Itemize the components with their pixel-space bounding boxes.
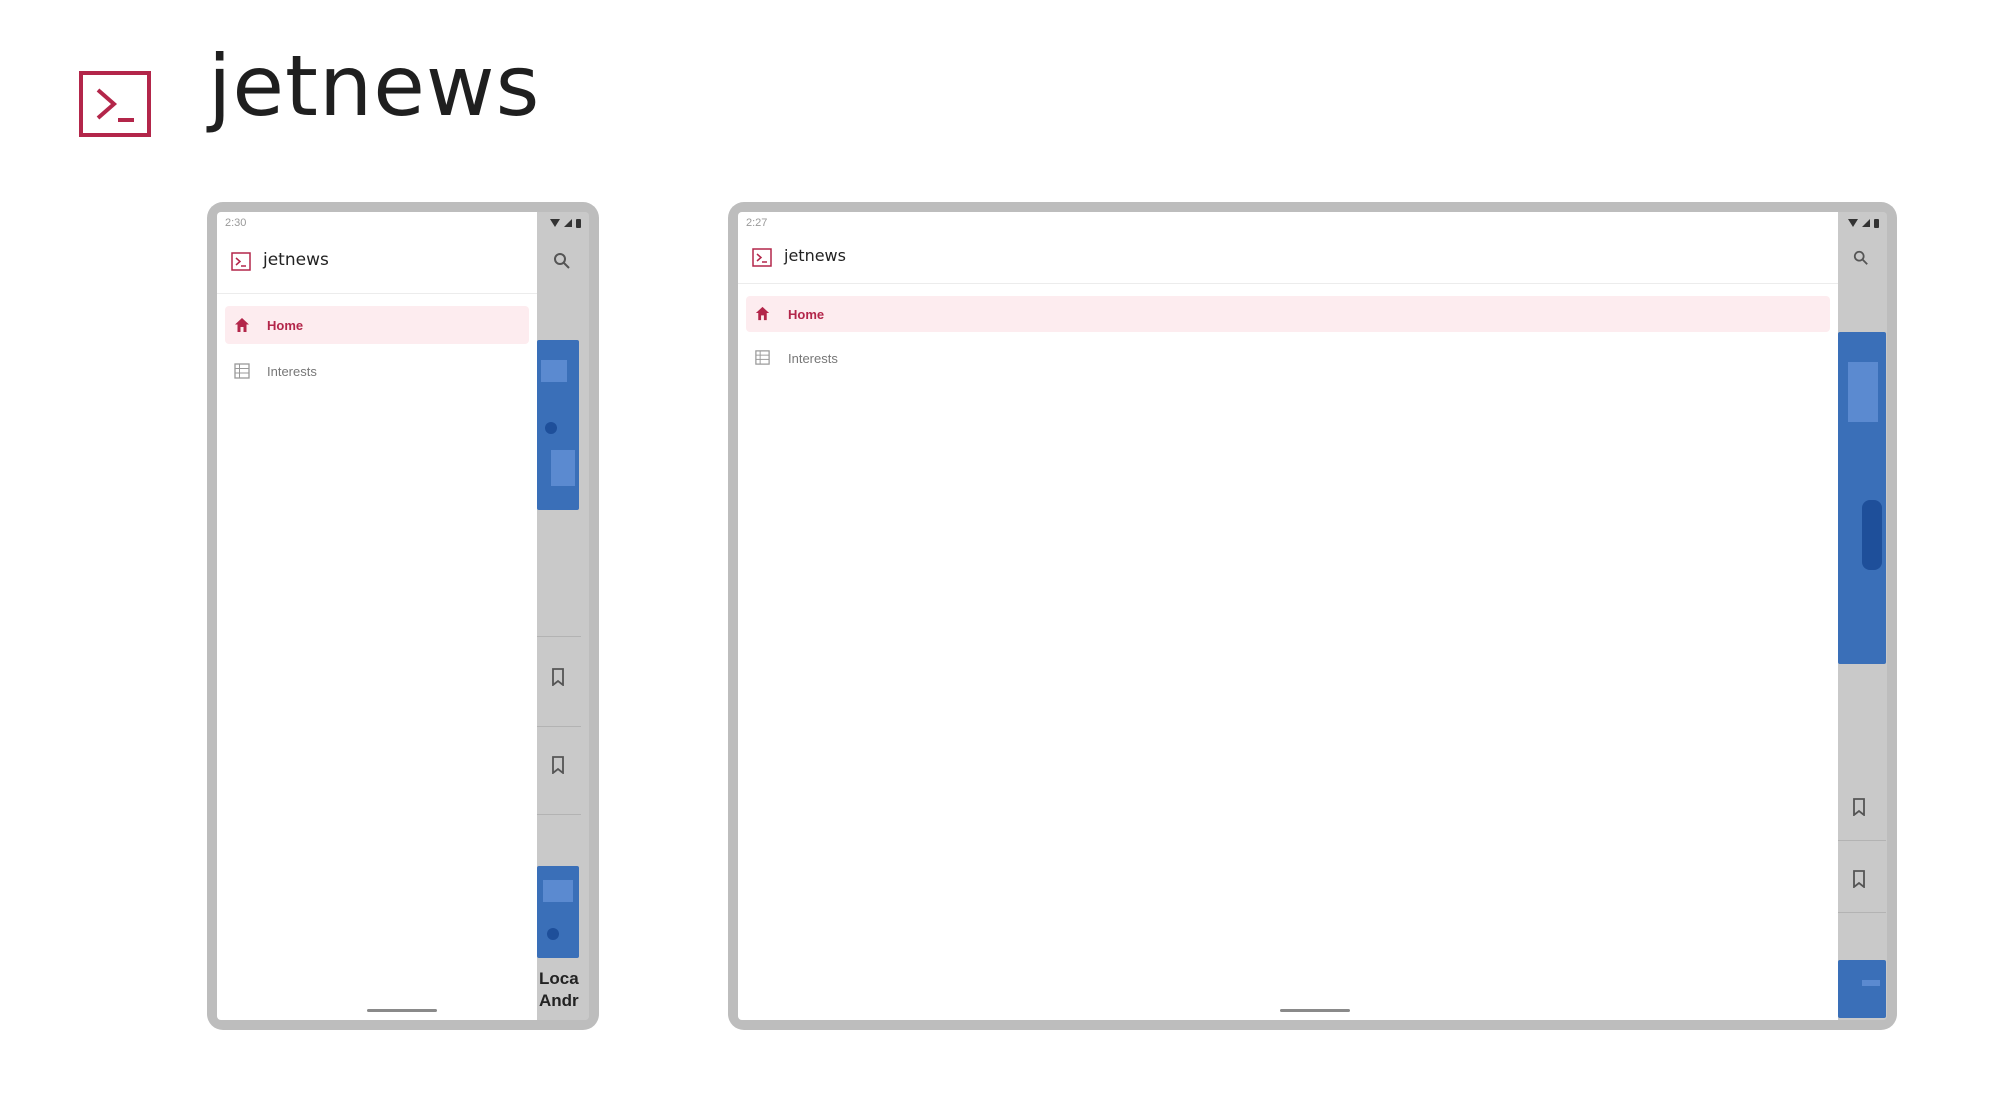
bookmark-icon[interactable]	[1852, 798, 1866, 816]
phone-screen: 2:30 Loca Andr jetnews Home Interests	[217, 212, 589, 1020]
wifi-icon	[1848, 219, 1858, 227]
navigation-drawer: jetnews Home Interests	[217, 212, 537, 1020]
wifi-icon	[550, 219, 560, 227]
list-icon	[234, 363, 250, 379]
navigation-drawer: jetnews Home Interests	[738, 212, 1838, 1020]
gesture-bar[interactable]	[1280, 1009, 1350, 1012]
nav-label-home: Home	[788, 307, 825, 322]
nav-label-interests: Interests	[788, 351, 838, 366]
nav-item-home[interactable]: Home	[746, 296, 1830, 332]
home-icon	[235, 318, 249, 332]
divider	[1838, 840, 1886, 841]
divider	[535, 814, 581, 815]
bookmark-icon[interactable]	[551, 668, 565, 686]
divider	[535, 726, 581, 727]
nav-label-interests: Interests	[267, 364, 317, 379]
terminal-logo-icon	[231, 252, 251, 271]
tablet-device: 2:27 jetnews Home Interests	[728, 202, 1897, 1030]
tablet-status-bar: 2:27	[738, 212, 1887, 234]
divider	[535, 636, 581, 637]
hero-title: jetnews	[208, 37, 541, 135]
signal-icon	[564, 219, 572, 227]
app-title: jetnews	[784, 246, 846, 265]
app-title: jetnews	[263, 250, 329, 270]
nav-item-interests[interactable]: Interests	[746, 340, 1830, 376]
home-icon	[755, 306, 770, 321]
feed-image[interactable]	[1838, 960, 1886, 1018]
signal-icon	[1862, 219, 1870, 227]
gesture-bar[interactable]	[367, 1009, 437, 1012]
status-time: 2:27	[746, 217, 768, 229]
search-icon[interactable]	[1853, 250, 1869, 266]
nav-label-home: Home	[267, 318, 304, 333]
bookmark-icon[interactable]	[1852, 870, 1866, 888]
terminal-logo-icon	[752, 248, 772, 267]
bookmark-icon[interactable]	[551, 756, 565, 774]
divider	[1838, 912, 1886, 913]
feed-image[interactable]	[1838, 332, 1886, 664]
feed-item-title: Loca	[539, 969, 579, 988]
nav-item-home[interactable]: Home	[225, 306, 529, 344]
terminal-logo-icon	[79, 71, 151, 137]
phone-device: 2:30 Loca Andr jetnews Home Interests	[207, 202, 599, 1030]
list-icon	[755, 350, 770, 365]
battery-icon	[1874, 218, 1879, 228]
feed-item-subtitle: Andr	[539, 991, 579, 1010]
phone-status-bar: 2:30	[217, 212, 589, 234]
feed-image[interactable]	[537, 866, 579, 958]
nav-item-interests[interactable]: Interests	[225, 352, 529, 390]
battery-icon	[576, 218, 581, 228]
status-time: 2:30	[225, 217, 247, 229]
search-icon[interactable]	[553, 252, 571, 270]
feed-image[interactable]	[537, 340, 579, 510]
tablet-screen: 2:27 jetnews Home Interests	[738, 212, 1887, 1020]
